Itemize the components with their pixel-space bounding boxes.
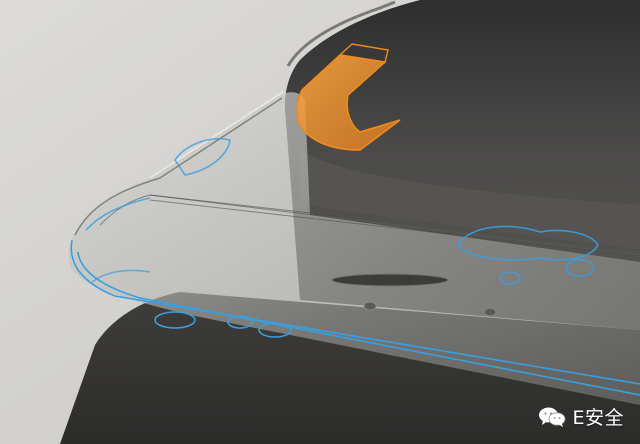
watermark: E安全 [538,403,624,430]
screw-hole [483,307,497,317]
mic-hole [363,301,377,311]
wechat-icon [539,407,566,427]
phone-antenna-render [0,0,640,444]
render-image: E安全 [0,0,640,444]
speaker-grille [331,273,449,287]
watermark-text: E安全 [572,407,624,429]
